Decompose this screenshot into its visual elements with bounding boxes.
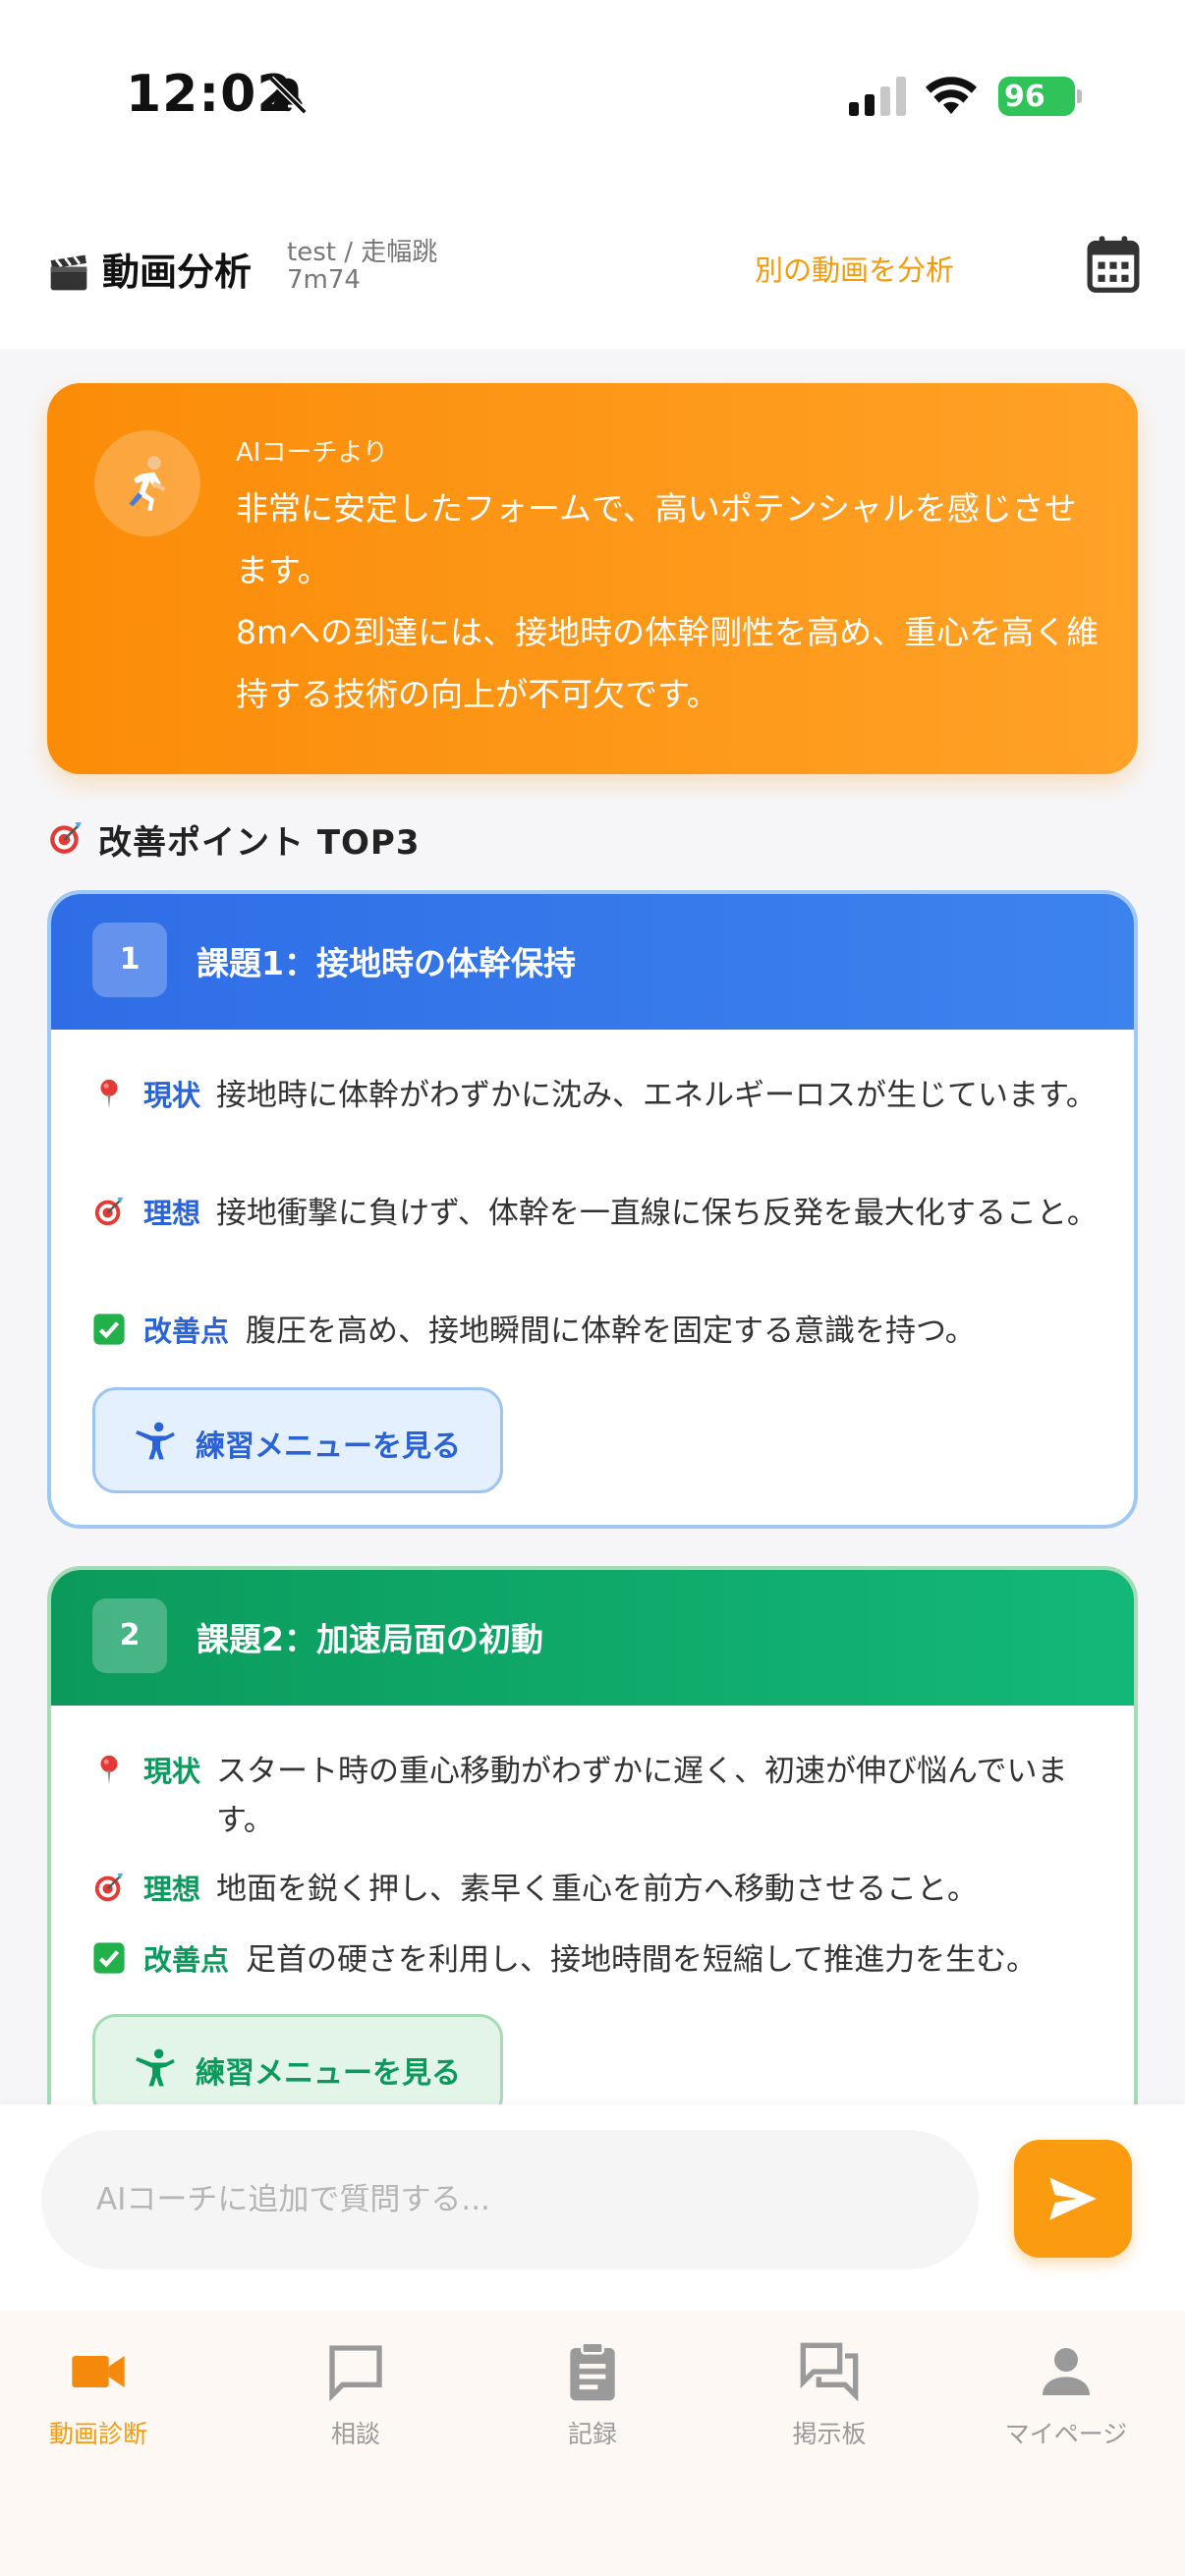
status-bar: 12:02 96 — [0, 0, 1185, 196]
battery-level: 96 — [1004, 80, 1045, 114]
checkmark-icon — [93, 1942, 125, 1974]
coach-from-label: AIコーチより — [236, 438, 388, 468]
issue-ideal-row: 理想 接地衝撃に負けず、体幹を一直線に保ち反発を最大化すること。 — [92, 1189, 1114, 1287]
battery-tip — [1077, 89, 1082, 103]
pin-icon — [100, 1755, 118, 1785]
wifi-icon — [926, 77, 977, 114]
checkmark-icon — [93, 1314, 125, 1345]
nav-item-mypage[interactable]: マイページ — [968, 2340, 1164, 2448]
current-text: スタート時の重心移動がわずかに遅く、初速が伸び悩んでいます。 — [216, 1754, 1068, 1838]
app-header: 動画分析 test / 走幅跳 7m74 別の動画を分析 — [0, 196, 1185, 349]
chat-input-bar — [0, 2104, 1185, 2311]
issue-number-badge: 2 — [92, 1598, 167, 1673]
section-title: 改善ポイント TOP3 — [98, 823, 421, 863]
issue-title: 課題2：加速局面の初動 — [197, 1620, 543, 1658]
issue-header: 2 課題2：加速局面の初動 — [51, 1570, 1134, 1706]
coach-message: 非常に安定したフォームで、高いポテンシャルを感じさせます。 8mへの到達には、接… — [236, 489, 1100, 713]
issue-fix-row: 改善点 足首の硬さを利用し、接地時間を短縮して推進力を生む。 — [92, 1935, 1114, 1985]
forum-icon — [800, 2342, 859, 2402]
current-text: 接地時に体幹がわずかに沈み、エネルギーロスが生じています。 — [216, 1078, 1097, 1113]
issue-number-badge: 1 — [92, 923, 167, 997]
target-icon — [94, 1873, 124, 1902]
video-camera-icon — [72, 2356, 125, 2387]
issue-current-row: 現状 接地時に体幹がわずかに沈み、エネルギーロスが生じています。 — [92, 1071, 1114, 1169]
ideal-label: 理想 — [143, 1197, 201, 1230]
issue-current-row: 現状 スタート時の重心移動がわずかに遅く、初速が伸び悩んでいます。 — [92, 1747, 1114, 1845]
bottom-nav: 動画診断 相談 記録 掲示板 マイページ — [0, 2311, 1185, 2576]
chat-bubble-icon — [329, 2345, 382, 2402]
ideal-text: 地面を鋭く押し、素早く重心を前方へ移動させること。 — [216, 1872, 978, 1907]
practice-menu-button[interactable]: 練習メニューを見る — [92, 1387, 503, 1493]
clapperboard-icon — [50, 254, 87, 291]
app-screen: 12:02 96 動画分析 test / 走幅跳 7m74 別の動画を分析 AI… — [0, 0, 1185, 2576]
ideal-label: 理想 — [143, 1873, 201, 1906]
athlete-event-label: test / 走幅跳 — [287, 238, 438, 267]
analyze-another-video-link[interactable]: 別の動画を分析 — [755, 248, 954, 289]
ideal-text: 接地衝撃に負けず、体幹を一直線に保ち反発を最大化すること。 — [216, 1196, 1098, 1231]
coach-question-input[interactable] — [41, 2130, 979, 2269]
nav-item-board[interactable]: 掲示板 — [731, 2340, 928, 2448]
nav-label: 相談 — [330, 2420, 380, 2448]
current-label: 現状 — [143, 1755, 201, 1788]
bell-muted-icon — [268, 76, 308, 115]
fix-text: 腹圧を高め、接地瞬間に体幹を固定する意識を持つ。 — [246, 1314, 976, 1349]
exercise-icon — [136, 1422, 175, 1460]
ai-coach-card: AIコーチより 非常に安定したフォームで、高いポテンシャルを感じさせます。 8m… — [47, 383, 1138, 774]
nav-label: 記録 — [567, 2420, 617, 2448]
runner-icon — [129, 456, 166, 511]
send-button[interactable] — [1014, 2140, 1132, 2258]
pin-icon — [100, 1079, 118, 1109]
battery-indicator: 96 — [998, 77, 1082, 116]
person-icon — [1043, 2348, 1090, 2395]
issue-title: 課題1：接地時の体幹保持 — [197, 944, 576, 982]
fix-text: 足首の硬さを利用し、接地時間を短縮して推進力を生む。 — [246, 1942, 1038, 1978]
page-title: 動画分析 — [102, 251, 253, 294]
nav-item-video-diagnosis[interactable]: 動画診断 — [0, 2340, 197, 2448]
cellular-signal-icon — [849, 77, 906, 116]
fix-label: 改善点 — [143, 1943, 230, 1977]
issue-fix-row: 改善点 腹圧を高め、接地瞬間に体幹を固定する意識を持つ。 — [92, 1307, 1114, 1356]
exercise-icon — [136, 2048, 175, 2087]
issue-header: 1 課題1：接地時の体幹保持 — [51, 894, 1134, 1030]
issue-card-1: 1 課題1：接地時の体幹保持 現状 接地時に体幹がわずかに沈み、エネルギーロスが… — [47, 890, 1138, 1529]
target-icon — [94, 1197, 124, 1226]
coach-avatar — [94, 430, 200, 536]
nav-item-consult[interactable]: 相談 — [257, 2340, 454, 2448]
current-label: 現状 — [143, 1079, 201, 1112]
nav-label: 動画診断 — [48, 2420, 147, 2448]
send-icon — [1049, 2177, 1097, 2220]
clipboard-icon — [570, 2341, 615, 2401]
fix-label: 改善点 — [143, 1315, 230, 1348]
calendar-icon[interactable] — [1085, 234, 1142, 295]
practice-menu-label: 練習メニューを見る — [196, 1429, 461, 1464]
nav-item-records[interactable]: 記録 — [494, 2340, 691, 2448]
practice-menu-label: 練習メニューを見る — [196, 2056, 461, 2091]
target-icon — [50, 822, 82, 854]
nav-label: 掲示板 — [792, 2420, 867, 2448]
nav-label: マイページ — [1004, 2420, 1128, 2448]
record-value: 7m74 — [287, 265, 361, 295]
issue-ideal-row: 理想 地面を鋭く押し、素早く重心を前方へ移動させること。 — [92, 1865, 1114, 1914]
